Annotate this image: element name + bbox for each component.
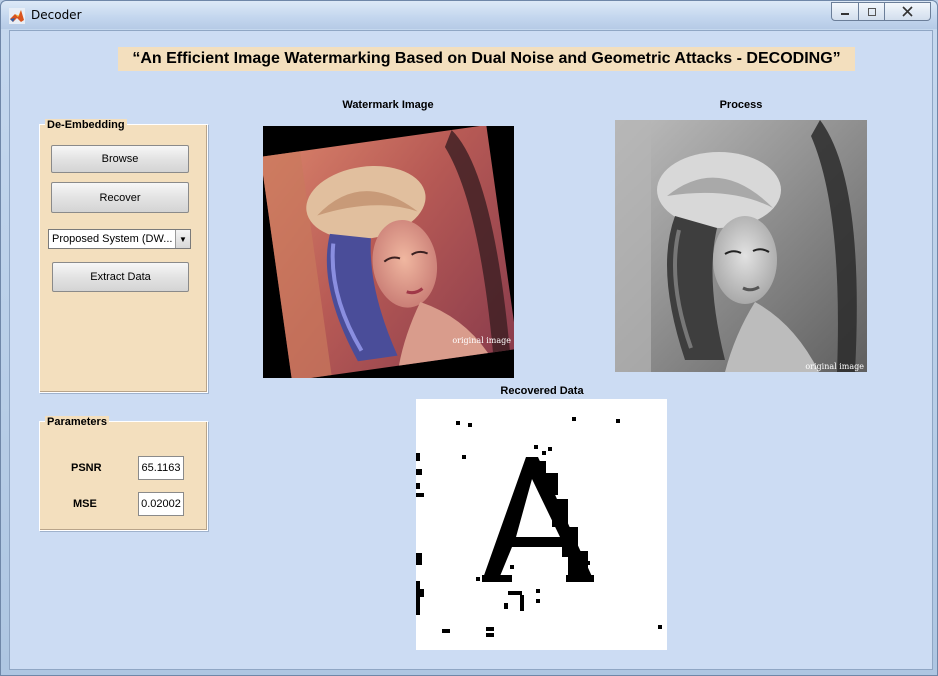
de-embedding-panel-title: De-Embedding [45,119,127,131]
de-embedding-panel: De-Embedding Browse Recover Proposed Sys… [39,119,208,393]
title-bar[interactable]: Decoder [1,1,937,29]
recovered-data-image [416,399,667,650]
close-icon [902,6,913,17]
process-image-caption: original image [805,362,864,371]
figure-area: “An Efficient Image Watermarking Based o… [9,30,933,670]
method-dropdown[interactable]: Proposed System (DW... ▼ [48,229,191,249]
recovered-watermark-letter-a [416,417,662,637]
recover-button[interactable]: Recover [51,182,189,213]
chevron-down-icon[interactable]: ▼ [175,230,190,248]
parameters-panel: Parameters PSNR 65.1163 MSE 0.02002 [39,416,208,531]
process-image: original image [615,120,867,372]
main-title: “An Efficient Image Watermarking Based o… [118,47,855,71]
psnr-label: PSNR [71,462,102,474]
psnr-field[interactable]: 65.1163 [138,456,184,480]
recovered-data-title: Recovered Data [500,385,584,397]
grayscale-portrait-image [615,120,867,372]
window-controls [831,2,931,21]
extract-data-button[interactable]: Extract Data [52,262,189,292]
watermark-image-caption: original image [452,336,511,345]
browse-button[interactable]: Browse [51,145,189,173]
mse-field[interactable]: 0.02002 [138,492,184,516]
method-dropdown-value: Proposed System (DW... [52,233,173,245]
matlab-icon [9,8,25,24]
watermark-image-title: Watermark Image [342,99,434,111]
minimize-icon [841,12,849,15]
close-button[interactable] [885,2,931,21]
minimize-button[interactable] [831,2,859,21]
watermark-image: original image [263,126,514,378]
decoder-window: Decoder “An Efficient Image Watermarking… [0,0,938,676]
window-title: Decoder [31,8,82,22]
mse-label: MSE [73,498,97,510]
maximize-icon [867,7,876,16]
parameters-panel-title: Parameters [45,416,109,428]
maximize-button[interactable] [859,2,885,21]
process-title: Process [719,99,763,111]
